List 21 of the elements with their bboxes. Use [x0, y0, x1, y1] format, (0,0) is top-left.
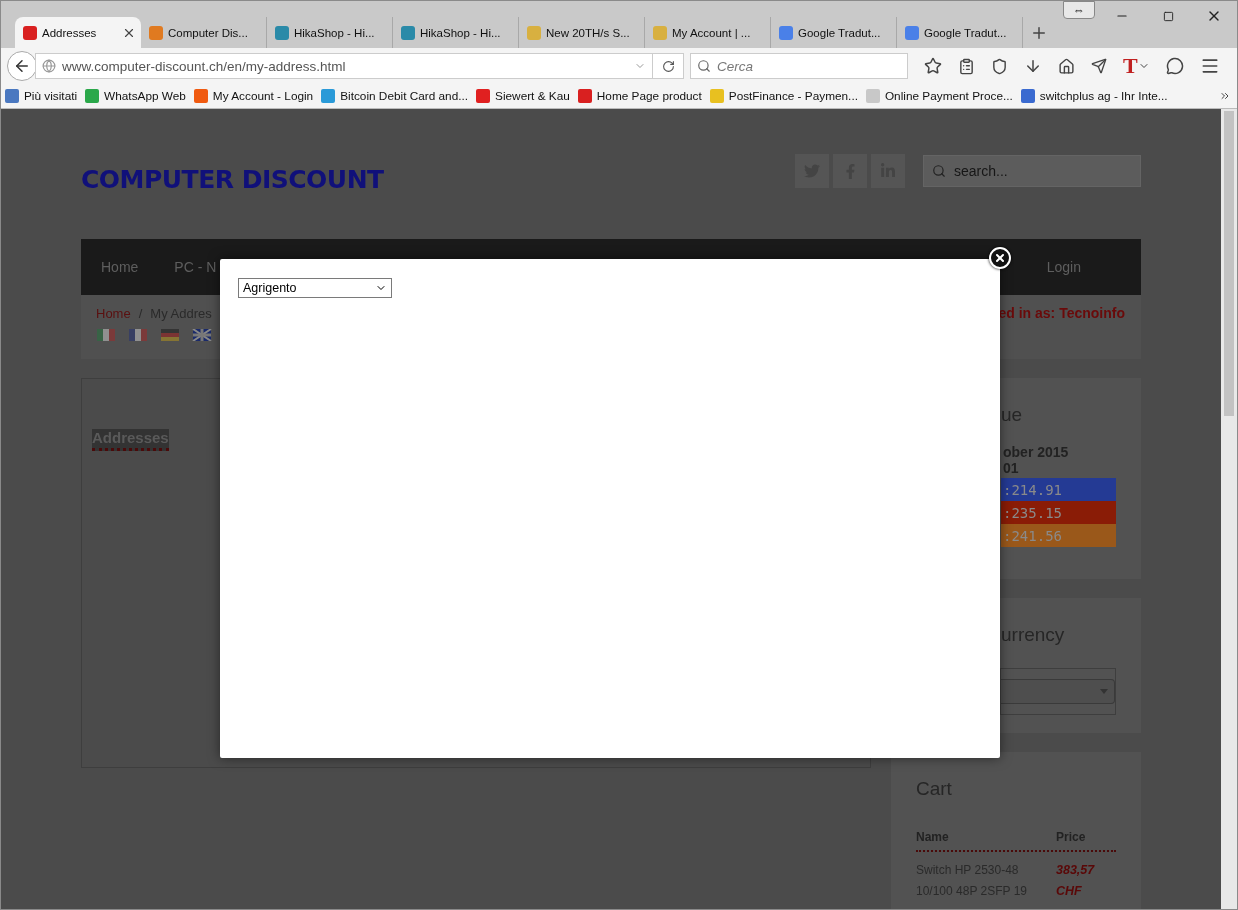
- bookmark[interactable]: My Account - Login: [193, 89, 314, 103]
- bookmark[interactable]: Bitcoin Debit Card and...: [321, 89, 469, 103]
- province-select[interactable]: Agrigento: [238, 278, 392, 298]
- site-search-field[interactable]: search...: [923, 155, 1141, 187]
- address-bar[interactable]: www.computer-discount.ch/en/my-address.html: [35, 53, 653, 79]
- rate-bar: :241.56: [1001, 524, 1116, 547]
- rate-bar: :235.15: [1001, 501, 1116, 524]
- price-text: 383,57 CHF: [1056, 862, 1096, 900]
- bookmark[interactable]: Online Payment Proce...: [865, 89, 1013, 103]
- breadcrumb-separator: /: [138, 305, 143, 321]
- bookmark[interactable]: PostFinance - Paymen...: [709, 89, 858, 103]
- text-tool-button[interactable]: T: [1123, 53, 1150, 79]
- bookmark[interactable]: Più visitati: [5, 89, 78, 103]
- bookmark[interactable]: Home Page product: [577, 89, 702, 103]
- web-search-field[interactable]: Cerca: [690, 53, 908, 79]
- resize-button[interactable]: ⇔: [1063, 1, 1095, 19]
- bookmark[interactable]: switchplus ag - Ihr Inte...: [1020, 89, 1168, 103]
- browser-tab[interactable]: Addresses: [15, 17, 141, 48]
- rate-bar: :214.91: [1001, 478, 1116, 501]
- bookmark[interactable]: Siewert & Kau: [476, 89, 570, 103]
- bookmark[interactable]: WhatsApp Web: [85, 89, 186, 103]
